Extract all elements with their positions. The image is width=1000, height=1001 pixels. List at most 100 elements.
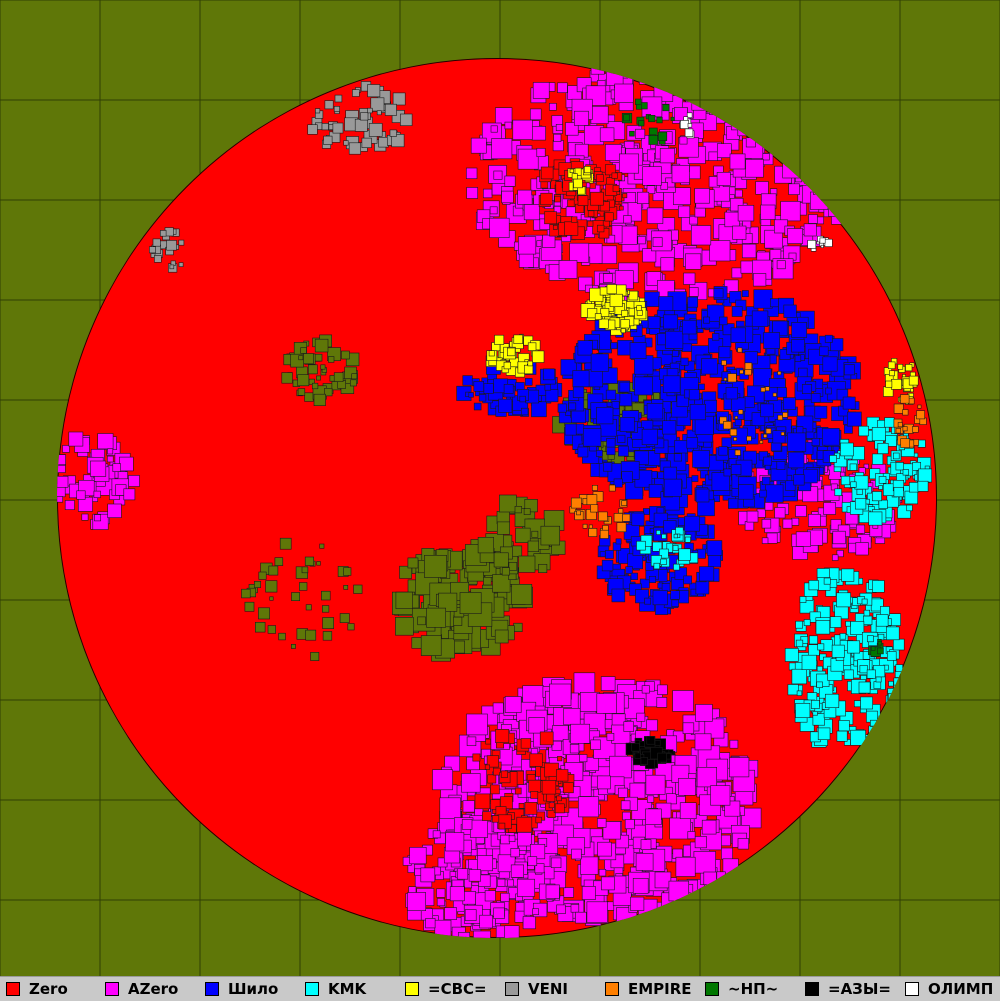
- territory-shilo-cell: [572, 386, 585, 398]
- territory-azero-cell: [831, 148, 846, 162]
- territory-azero-cell: [604, 144, 622, 161]
- legend-swatch-zero: [6, 982, 20, 996]
- territory-shilo-cell: [483, 383, 494, 394]
- territory-shilo-cell: [606, 446, 616, 456]
- empty-region-cell: [496, 521, 510, 535]
- territory-shilo-cell: [641, 428, 658, 446]
- territory-kmk-cell: [847, 640, 861, 654]
- legend-label-azy: =АЗЫ=: [828, 980, 891, 998]
- territory-azero-cell: [523, 204, 540, 221]
- territory-azero-cell: [97, 433, 114, 450]
- territory-shilo-cell: [711, 333, 720, 341]
- territory-shilo-cell: [760, 403, 774, 418]
- territory-kmk-cell: [876, 614, 889, 627]
- territory-azero-cell: [409, 846, 427, 865]
- territory-azero-cell: [552, 724, 569, 742]
- territory-azero-cell: [553, 133, 562, 142]
- territory-kmk-cell: [817, 727, 831, 741]
- territory-azero-cell: [689, 287, 699, 297]
- territory-azero-cell: [550, 857, 562, 869]
- territory-azero-cell: [707, 87, 714, 94]
- territory-cbc-cell: [889, 370, 895, 377]
- territory-azero-cell: [832, 530, 846, 545]
- territory-np-cell: [629, 131, 635, 137]
- territory-azero-cell: [744, 521, 755, 531]
- territory-azero-cell: [518, 236, 537, 255]
- legend-swatch-veni: [505, 982, 519, 996]
- territory-azero-cell: [721, 847, 733, 860]
- territory-shilo-cell: [791, 322, 807, 338]
- territory-empire-cell: [586, 494, 598, 506]
- legend-swatch-cbc: [405, 982, 419, 996]
- territory-cbc-cell: [598, 318, 609, 329]
- territory-kmk-cell: [878, 476, 887, 484]
- territory-zero-cell: [622, 193, 628, 199]
- empty-region-cell: [258, 571, 267, 580]
- territory-azero-cell: [695, 704, 713, 722]
- territory-cbc-cell: [628, 290, 639, 301]
- territory-empire-cell: [772, 392, 777, 397]
- territory-zero-cell: [487, 774, 497, 784]
- territory-empire-cell: [759, 440, 764, 444]
- territory-azero-cell: [506, 879, 514, 887]
- territory-np-cell: [635, 98, 642, 105]
- territory-azero-cell: [470, 137, 487, 154]
- territory-azero-cell: [94, 514, 102, 522]
- legend-swatch-olimp: [905, 982, 919, 996]
- territory-cbc-cell: [887, 361, 896, 369]
- territory-kmk-cell: [878, 499, 888, 509]
- empty-region-cell: [307, 364, 318, 375]
- territory-azero-cell: [628, 58, 636, 67]
- legend-label-shilo: Шило: [228, 980, 279, 998]
- empty-region-cell: [255, 621, 266, 633]
- legend-swatch-shilo: [205, 982, 219, 996]
- territory-kmk-cell: [853, 700, 861, 708]
- territory-azero-cell: [62, 445, 70, 453]
- territory-shilo-cell: [582, 428, 602, 447]
- territory-azero-cell: [620, 800, 631, 810]
- empty-region-cell: [320, 364, 326, 370]
- territory-empire-cell: [777, 371, 782, 376]
- territory-azero-cell: [660, 68, 668, 76]
- territory-azero-cell: [711, 104, 722, 115]
- territory-veni-cell: [348, 142, 361, 155]
- territory-azero-cell: [706, 61, 722, 77]
- territory-azero-cell: [752, 273, 767, 287]
- territory-veni-cell: [323, 135, 333, 145]
- territory-shilo-cell: [542, 368, 555, 381]
- territory-azero-cell: [510, 864, 525, 878]
- territory-shilo-cell: [646, 402, 664, 420]
- territory-azero-cell: [731, 108, 748, 125]
- territory-empire-cell: [744, 362, 753, 370]
- territory-veni-cell: [343, 140, 349, 146]
- territory-zero-cell: [474, 793, 491, 810]
- territory-shilo-cell: [545, 389, 559, 403]
- territory-shilo-cell: [478, 394, 487, 402]
- territory-zero-cell: [485, 738, 492, 745]
- territory-azero-cell: [761, 518, 772, 529]
- empty-region-cell: [297, 374, 310, 387]
- territory-azero-cell: [598, 868, 607, 877]
- territory-zero-cell: [552, 225, 558, 230]
- territory-kmk-cell: [863, 609, 870, 617]
- territory-azero-cell: [768, 87, 781, 101]
- territory-azero-cell: [708, 151, 718, 161]
- territory-azero-cell: [734, 189, 743, 198]
- territory-veni-cell: [154, 255, 162, 263]
- territory-zero-cell: [587, 210, 595, 217]
- empty-region-cell: [333, 372, 344, 382]
- territory-kmk-cell: [843, 669, 854, 680]
- territory-cbc-cell: [488, 350, 495, 357]
- territory-kmk-cell: [684, 536, 691, 543]
- territory-shilo-cell: [776, 461, 786, 470]
- empty-region-cell: [290, 643, 296, 649]
- territory-kmk-cell: [859, 665, 868, 674]
- territory-zero-cell: [514, 787, 522, 795]
- territory-azero-cell: [678, 205, 691, 218]
- territory-shilo-cell: [718, 346, 731, 359]
- territory-cbc-cell: [636, 309, 643, 316]
- territory-shilo-cell: [662, 375, 681, 393]
- territory-kmk-cell: [870, 719, 877, 727]
- legend-item-shilo: Шило: [205, 980, 278, 998]
- territory-azero-cell: [581, 886, 596, 900]
